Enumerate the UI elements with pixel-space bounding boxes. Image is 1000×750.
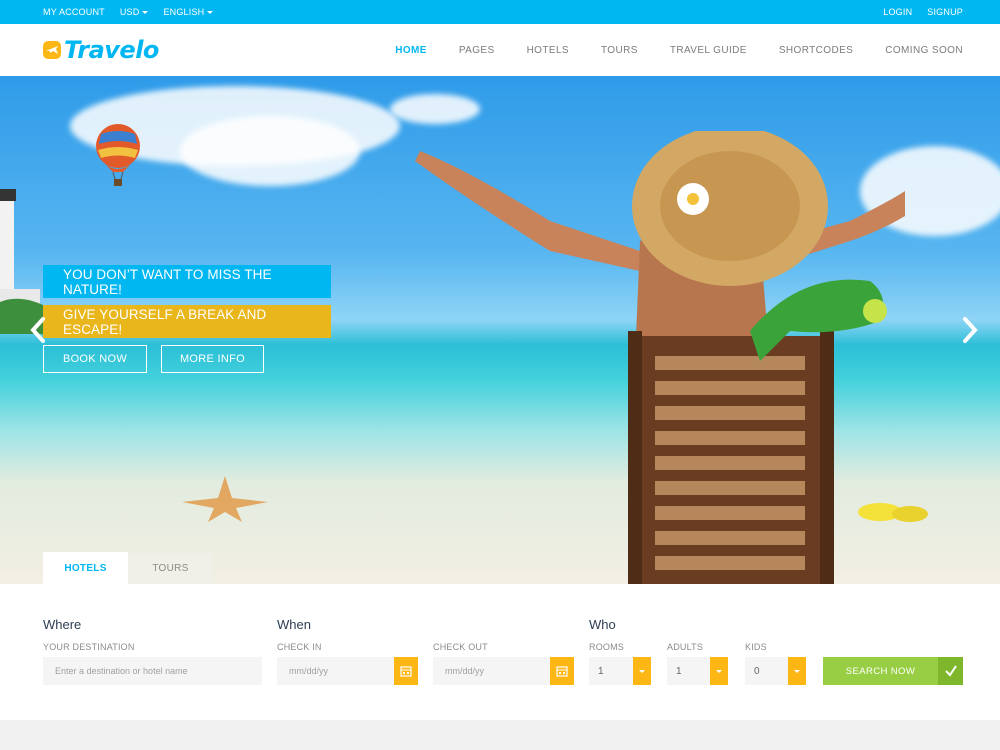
book-now-button[interactable]: BOOK NOW bbox=[43, 345, 147, 373]
adults-label: ADULTS bbox=[667, 642, 704, 652]
adults-dropdown-icon[interactable] bbox=[710, 657, 728, 685]
flip-flops-image bbox=[858, 503, 928, 522]
top-bar: MY ACCOUNT USD ENGLISH LOGIN SIGNUP bbox=[0, 0, 1000, 24]
logo[interactable]: Travelo bbox=[43, 36, 159, 64]
adults-select[interactable]: 1 bbox=[667, 657, 710, 685]
hot-air-balloon-image bbox=[96, 124, 140, 186]
kids-select[interactable]: 0 bbox=[745, 657, 788, 685]
check-out-label: CHECK OUT bbox=[433, 642, 488, 652]
who-title: Who bbox=[589, 617, 616, 632]
where-title: Where bbox=[43, 617, 82, 632]
nav-shortcodes[interactable]: SHORTCODES bbox=[779, 45, 853, 56]
signup-link[interactable]: SIGNUP bbox=[927, 7, 963, 17]
nav-coming-soon[interactable]: COMING SOON bbox=[885, 45, 963, 56]
search-tabs: HOTELS TOURS bbox=[43, 552, 213, 584]
destination-label: YOUR DESTINATION bbox=[43, 642, 135, 652]
my-account-link[interactable]: MY ACCOUNT bbox=[43, 7, 105, 17]
when-title: When bbox=[277, 617, 311, 632]
rooms-select[interactable]: 1 bbox=[589, 657, 633, 685]
search-now-label: SEARCH NOW bbox=[845, 665, 916, 677]
tab-hotels[interactable]: HOTELS bbox=[43, 552, 128, 584]
rooms-label: ROOMS bbox=[589, 642, 625, 652]
cloud-image bbox=[390, 94, 480, 124]
nav-hotels[interactable]: HOTELS bbox=[527, 45, 569, 56]
destination-input[interactable]: Enter a destination or hotel name bbox=[43, 657, 262, 685]
rooms-dropdown-icon[interactable] bbox=[633, 657, 651, 685]
kids-dropdown-icon[interactable] bbox=[788, 657, 806, 685]
slider-next-arrow-icon[interactable] bbox=[962, 316, 978, 344]
language-dropdown[interactable]: ENGLISH bbox=[163, 7, 214, 17]
cloud-image bbox=[180, 116, 360, 186]
search-now-button[interactable]: SEARCH NOW bbox=[823, 657, 963, 685]
hero-slider: YOU DON’T WANT TO MISS THE NATURE! GIVE … bbox=[0, 76, 1000, 584]
nav-pages[interactable]: PAGES bbox=[459, 45, 495, 56]
caret-down-icon bbox=[207, 11, 214, 15]
calendar-icon[interactable] bbox=[550, 657, 574, 685]
hero-tagline-primary: YOU DON’T WANT TO MISS THE NATURE! bbox=[43, 265, 331, 298]
kids-label: KIDS bbox=[745, 642, 767, 652]
nav-travel-guide[interactable]: TRAVEL GUIDE bbox=[670, 45, 747, 56]
language-label: ENGLISH bbox=[163, 7, 205, 17]
brand-name: Travelo bbox=[64, 36, 159, 64]
check-in-input[interactable]: mm/dd/yy bbox=[277, 657, 394, 685]
hero-tagline-secondary: GIVE YOURSELF A BREAK AND ESCAPE! bbox=[43, 305, 331, 338]
slider-prev-arrow-icon[interactable] bbox=[30, 316, 46, 344]
starfish-image bbox=[182, 476, 268, 522]
login-link[interactable]: LOGIN bbox=[883, 7, 912, 17]
search-panel: Where YOUR DESTINATION Enter a destinati… bbox=[0, 584, 1000, 720]
main-header: Travelo HOME PAGES HOTELS TOURS TRAVEL G… bbox=[0, 24, 1000, 76]
calendar-icon[interactable] bbox=[394, 657, 418, 685]
more-info-button[interactable]: MORE INFO bbox=[161, 345, 264, 373]
checkmark-icon bbox=[938, 657, 963, 685]
check-in-label: CHECK IN bbox=[277, 642, 322, 652]
nav-tours[interactable]: TOURS bbox=[601, 45, 638, 56]
woman-on-chair-image bbox=[415, 131, 905, 584]
main-nav: HOME PAGES HOTELS TOURS TRAVEL GUIDE SHO… bbox=[395, 24, 963, 76]
tab-tours[interactable]: TOURS bbox=[128, 552, 213, 584]
currency-label: USD bbox=[119, 7, 140, 17]
nav-home[interactable]: HOME bbox=[395, 45, 427, 56]
plane-icon bbox=[43, 41, 61, 59]
caret-down-icon bbox=[142, 11, 149, 15]
check-out-input[interactable]: mm/dd/yy bbox=[433, 657, 550, 685]
currency-dropdown[interactable]: USD bbox=[120, 7, 149, 17]
